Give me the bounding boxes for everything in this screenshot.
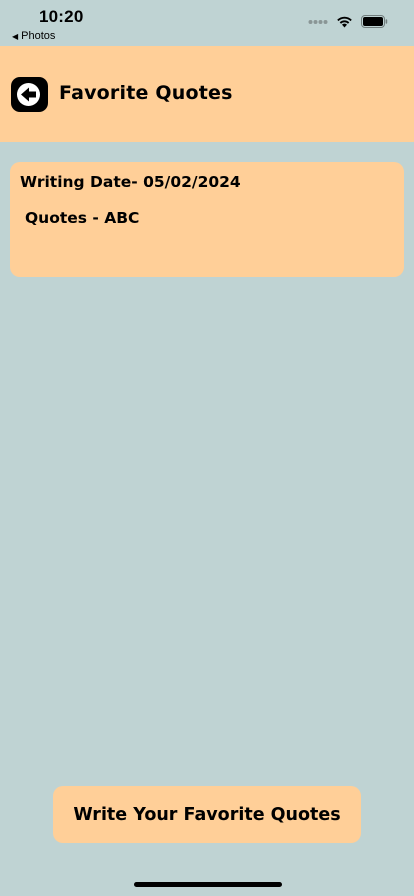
status-back-to-app[interactable]: ◀ Photos: [12, 30, 55, 42]
quote-card[interactable]: Writing Date- 05/02/2024 Quotes - ABC: [10, 162, 404, 277]
quote-date: Writing Date- 05/02/2024: [20, 173, 241, 191]
app-header: Favorite Quotes: [0, 46, 414, 142]
home-indicator[interactable]: [134, 882, 282, 887]
write-quote-button[interactable]: Write Your Favorite Quotes: [53, 786, 361, 843]
quote-text: Quotes - ABC: [25, 209, 140, 227]
status-time: 10:20: [39, 7, 84, 26]
back-triangle-icon: ◀: [12, 31, 19, 41]
arrow-left-icon: [17, 83, 40, 106]
status-icons: [308, 15, 388, 28]
signal-dots-icon: [308, 19, 328, 24]
back-button[interactable]: [11, 77, 48, 112]
wifi-icon: [337, 16, 352, 28]
battery-icon: [361, 15, 388, 28]
page-title: Favorite Quotes: [59, 82, 233, 104]
status-back-label: Photos: [21, 30, 56, 42]
status-bar: 10:20 ◀ Photos: [0, 0, 414, 46]
